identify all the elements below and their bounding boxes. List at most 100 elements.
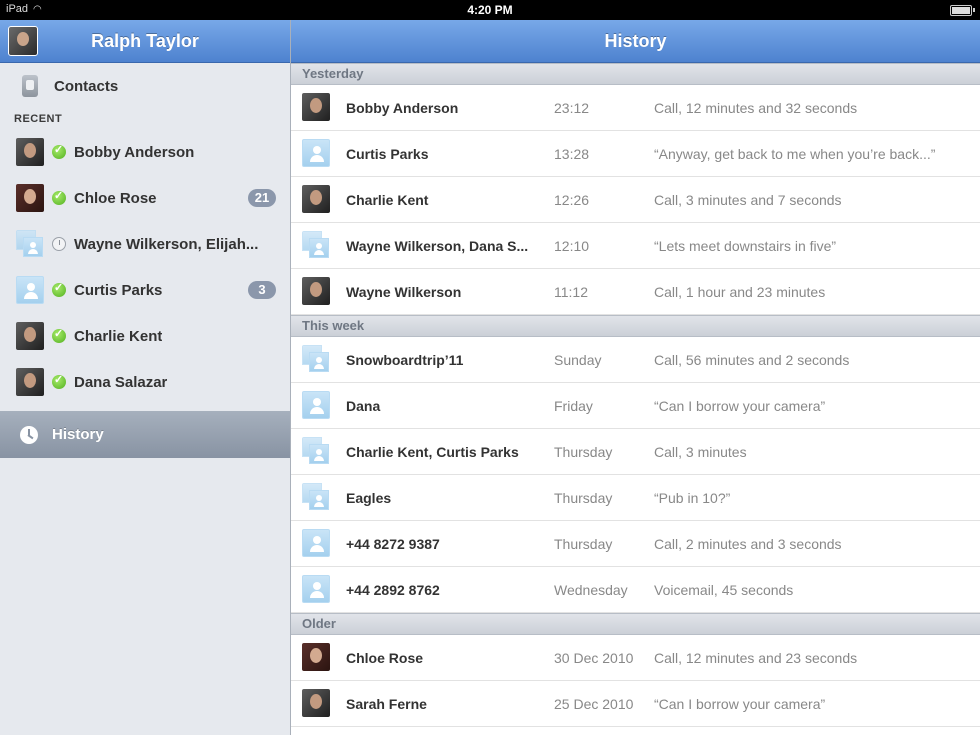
- history-row-time: Thursday: [554, 535, 613, 552]
- history-row-time: Wednesday: [554, 581, 628, 598]
- recent-section-label: RECENT: [14, 113, 63, 125]
- history-label: History: [52, 426, 104, 443]
- history-row[interactable]: +44 8272 9387 Thursday Call, 2 minutes and…: [291, 521, 980, 567]
- sidebar: Ralph Taylor Contacts RECENT Bobby Ander…: [0, 20, 291, 735]
- history-row-name: Dana: [346, 397, 381, 414]
- sidebar-header: Ralph Taylor: [0, 20, 290, 63]
- group-avatar-icon: [16, 230, 44, 258]
- history-row-time: 23:12: [554, 99, 590, 116]
- group-avatar-icon: [302, 483, 330, 511]
- history-row-time: 12:10: [554, 237, 590, 254]
- history-row[interactable]: Wayne Wilkerson, Dana S... 12:10 “Lets mee…: [291, 223, 980, 269]
- history-row[interactable]: Chloe Rose 30 Dec 2010 Call, 12 minutes an…: [291, 635, 980, 681]
- history-row[interactable]: Snowboardtrip’11 Sunday Call, 56 minutes a…: [291, 337, 980, 383]
- history-row-name: Snowboardtrip’11: [346, 351, 464, 368]
- history-row[interactable]: Charlie Kent, Curtis Parks Thursday Call, …: [291, 429, 980, 475]
- avatar: [16, 138, 44, 166]
- history-panel: History Yesterday Bobby Anderson 23:12 Call…: [291, 20, 980, 735]
- history-row-time: Thursday: [554, 443, 613, 460]
- avatar: [302, 277, 330, 305]
- online-status-icon: [52, 373, 66, 389]
- sidebar-item-history[interactable]: History: [0, 411, 290, 458]
- history-row-detail: “Can I borrow your camera”: [654, 695, 826, 712]
- recent-item[interactable]: Chloe Rose 21: [0, 175, 290, 221]
- default-avatar-icon: [302, 529, 330, 557]
- history-row[interactable]: Eagles Thursday “Pub in 10?”: [291, 475, 980, 521]
- history-row-name: Chloe Rose: [346, 649, 424, 666]
- avatar: [302, 93, 330, 121]
- recent-item[interactable]: Bobby Anderson: [0, 129, 290, 175]
- recent-item-name: Dana Salazar: [74, 373, 168, 391]
- history-row-time: 25 Dec 2010: [554, 695, 634, 712]
- history-row-detail: Call, 12 minutes and 23 seconds: [654, 649, 858, 666]
- group-avatar-icon: [302, 345, 330, 373]
- history-row-detail: “Can I borrow your camera”: [654, 397, 826, 414]
- recent-item[interactable]: Curtis Parks 3: [0, 267, 290, 313]
- history-row[interactable]: Charlie Kent 12:26 Call, 3 minutes and 7 s…: [291, 177, 980, 223]
- avatar: [302, 689, 330, 717]
- history-row-detail: Call, 2 minutes and 3 seconds: [654, 535, 842, 552]
- default-avatar-icon: [302, 391, 330, 419]
- avatar: [302, 643, 330, 671]
- avatar: [302, 185, 330, 213]
- avatar: [16, 368, 44, 396]
- section-header: Older: [291, 613, 980, 635]
- recent-item-name: Curtis Parks: [74, 281, 163, 299]
- recent-item-name: Wayne Wilkerson, Elijah...: [74, 235, 259, 253]
- history-row-detail: Call, 3 minutes and 7 seconds: [654, 191, 842, 208]
- history-row-name: Sarah Ferne: [346, 695, 427, 712]
- offline-status-icon: [52, 237, 66, 251]
- sidebar-item-contacts[interactable]: Contacts: [0, 63, 290, 109]
- history-row[interactable]: +44 2892 8762 Wednesday Voicemail, 45 seco…: [291, 567, 980, 613]
- user-name: Ralph Taylor: [91, 31, 199, 51]
- online-status-icon: [52, 327, 66, 343]
- online-status-icon: [52, 189, 66, 205]
- avatar: [16, 322, 44, 350]
- history-row-time: 13:28: [554, 145, 590, 162]
- recent-item-name: Bobby Anderson: [74, 143, 195, 161]
- history-row-time: Friday: [554, 397, 593, 414]
- default-avatar-icon: [302, 139, 330, 167]
- recent-item-name: Charlie Kent: [74, 327, 163, 345]
- group-avatar-icon: [302, 437, 330, 465]
- history-row-name: Bobby Anderson: [346, 99, 459, 116]
- default-avatar-icon: [302, 575, 330, 603]
- history-row-time: 12:26: [554, 191, 590, 208]
- clock-time: 4:20 PM: [467, 3, 513, 17]
- recent-item[interactable]: Charlie Kent: [0, 313, 290, 359]
- history-row-detail: Voicemail, 45 seconds: [654, 581, 794, 598]
- section-header: This week: [291, 315, 980, 337]
- history-row-time: 30 Dec 2010: [554, 649, 634, 666]
- section-header: Yesterday: [291, 63, 980, 85]
- history-row-time: 11:12: [554, 283, 588, 300]
- history-row[interactable]: Wayne Wilkerson 11:12 Call, 1 hour and 23 …: [291, 269, 980, 315]
- contacts-icon: [22, 75, 38, 97]
- recent-item[interactable]: Wayne Wilkerson, Elijah...: [0, 221, 290, 267]
- history-row[interactable]: Bobby Anderson 23:12 Call, 12 minutes and …: [291, 85, 980, 131]
- default-avatar-icon: [16, 276, 44, 304]
- history-row[interactable]: Curtis Parks 13:28 “Anyway, get back to me…: [291, 131, 980, 177]
- history-row-detail: “Pub in 10?”: [654, 489, 731, 506]
- clock-icon: [20, 425, 38, 444]
- history-list[interactable]: Yesterday Bobby Anderson 23:12 Call, 12 min…: [291, 63, 980, 727]
- history-row-detail: Call, 56 minutes and 2 seconds: [654, 351, 850, 368]
- unread-badge: 21: [248, 189, 276, 207]
- history-row-name: +44 2892 8762: [346, 581, 440, 598]
- history-row[interactable]: Dana Friday “Can I borrow your camera”: [291, 383, 980, 429]
- recent-item-name: Chloe Rose: [74, 189, 157, 207]
- page-title: History: [604, 31, 667, 51]
- recent-item[interactable]: Dana Salazar: [0, 359, 290, 405]
- contacts-label: Contacts: [54, 77, 119, 95]
- history-row[interactable]: Sarah Ferne 25 Dec 2010 “Can I borrow your…: [291, 681, 980, 727]
- history-row-time: Thursday: [554, 489, 613, 506]
- history-row-detail: Call, 1 hour and 23 minutes: [654, 283, 826, 300]
- history-row-name: Wayne Wilkerson: [346, 283, 462, 300]
- history-row-detail: Call, 12 minutes and 32 seconds: [654, 99, 858, 116]
- history-row-name: Charlie Kent, Curtis Parks: [346, 443, 519, 460]
- group-avatar-icon: [302, 231, 330, 259]
- history-row-name: +44 8272 9387: [346, 535, 440, 552]
- history-row-time: Sunday: [554, 351, 602, 368]
- online-status-icon: [52, 143, 66, 159]
- unread-badge: 3: [248, 281, 276, 299]
- history-row-name: Curtis Parks: [346, 145, 429, 162]
